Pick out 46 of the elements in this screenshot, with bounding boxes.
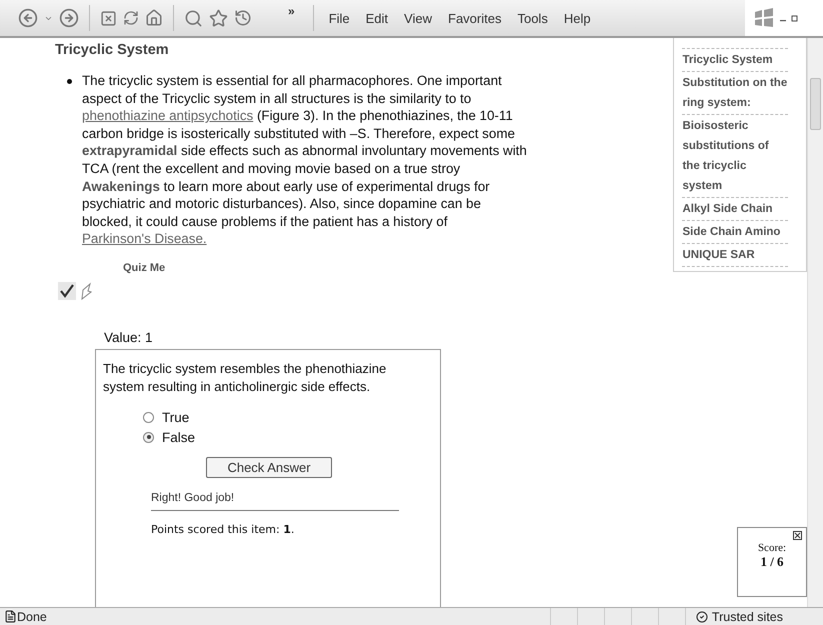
radio-button[interactable] — [143, 412, 154, 423]
value-label: Value: 1 — [104, 330, 154, 345]
score-value: 1 / 6 — [760, 554, 784, 570]
overflow-chevron[interactable]: » — [288, 4, 295, 18]
menu-item[interactable]: Edit — [360, 10, 394, 26]
option-label[interactable]: True — [162, 410, 190, 425]
text-link[interactable]: phenothiazine antipsychotics — [82, 108, 254, 124]
back-icon[interactable] — [18, 8, 38, 28]
page-icon — [4, 610, 17, 623]
sidebar-link[interactable]: Tricyclic System — [682, 48, 788, 71]
radio-button[interactable] — [143, 432, 154, 443]
sidebar-link[interactable]: Substitution on the ring system: — [682, 71, 788, 114]
option-label[interactable]: False — [162, 430, 196, 445]
menu-item[interactable]: Tools — [512, 10, 553, 26]
zone-icon — [696, 610, 708, 622]
section-heading: Tricyclic System — [55, 42, 170, 58]
history-icon[interactable] — [234, 9, 252, 27]
star-icon[interactable] — [209, 8, 228, 28]
menu-item[interactable]: View — [399, 10, 437, 26]
menu-item[interactable]: File — [324, 10, 355, 26]
sidebar-link[interactable]: UNIQUE SAR — [682, 243, 788, 266]
text-link[interactable]: Parkinson's Disease. — [82, 231, 207, 246]
quiz-link[interactable]: Quiz Me — [123, 262, 166, 274]
sidebar-link[interactable]: Side Chain Amino — [682, 220, 788, 243]
home-icon[interactable] — [145, 9, 163, 27]
menu-item[interactable]: Help — [558, 10, 596, 26]
menu-item[interactable]: Favorites — [443, 10, 506, 26]
refresh-icon[interactable] — [123, 10, 139, 26]
points-text: Points scored this item: 1. — [151, 522, 296, 536]
zone-text: Trusted sites — [712, 610, 783, 624]
bullet-icon — [67, 79, 72, 84]
restore-icon[interactable] — [791, 14, 799, 22]
close-icon[interactable] — [793, 531, 802, 540]
status-text: Done — [17, 610, 47, 624]
sidebar-link[interactable]: Bioisosteric substitutions of the tricyclic system — [682, 114, 788, 197]
article-paragraph: The tricyclic system is essential for all pharmacophores. One important aspect of the Tricyclic system in all structures is the similarity to to phenothiazine antipsychotics (Figure 3). In the phenothiazines, the 10-11 carbon bridge is isosterically substituted with –S. Therefore, expect some extrapyramidal side effects such as abnormal involuntary movements with TCA (rent the excellent and moving movie based on a true stroy Awakenings to learn more about early use of experimental drugs for psychiatric and motoric disturbances). Also, since dopamine can be blocked, it could cause problems if the patient has a history of Parkinson's Disease. — [82, 72, 527, 248]
checkmark-icon[interactable] — [58, 282, 76, 300]
check-answer-button[interactable]: Check Answer — [206, 456, 332, 478]
feedback-text: Right! Good job! — [151, 492, 236, 504]
sidebar-link[interactable]: Alkyl Side Chain — [682, 197, 788, 220]
windows-flag-icon — [753, 8, 775, 28]
question-text: The tricyclic system resembles the phenothiazine system resulting in anticholinergic side effects. — [103, 360, 388, 396]
forward-icon[interactable] — [59, 8, 79, 28]
search-icon[interactable] — [184, 8, 203, 28]
score-label: Score: — [758, 542, 786, 554]
stop-icon[interactable] — [100, 10, 117, 26]
